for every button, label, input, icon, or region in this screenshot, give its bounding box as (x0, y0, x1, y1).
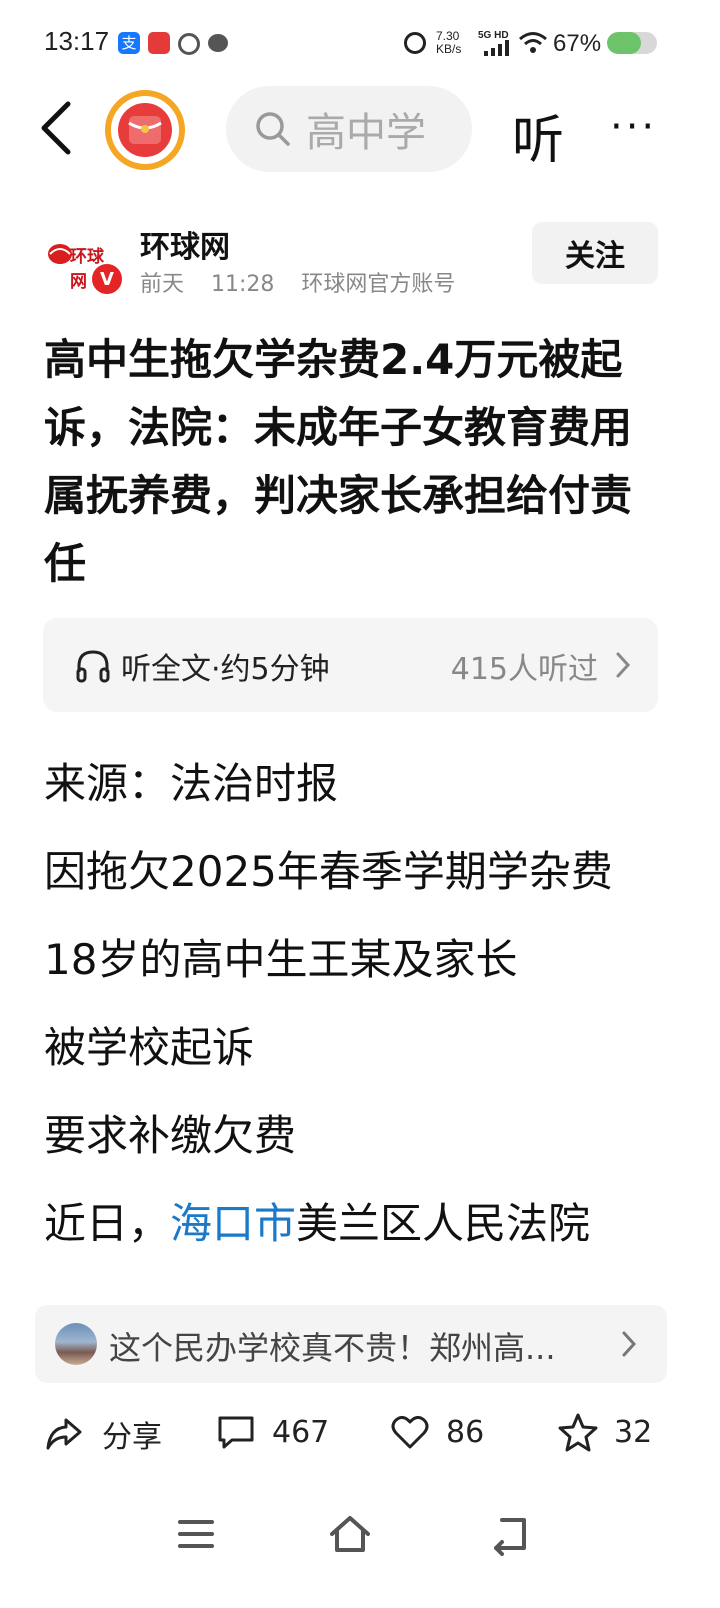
paragraph-prefix: 近日， (44, 1199, 171, 1248)
share-label: 分享 (102, 1420, 162, 1455)
article-paragraph: 经审理后认定，该笔费用产生 (44, 1268, 684, 1290)
article-title: 高中生拖欠学杂费2.4万元被起诉，法院：未成年子女教育费用属抚养费，判决家长承担… (44, 335, 633, 588)
recommendation-bar[interactable]: 这个民办学校真不贵！郑州高... (35, 1305, 667, 1383)
status-time: 13:17 (44, 26, 110, 56)
listen-button[interactable]: 听 (512, 98, 564, 173)
location-link[interactable]: 海口市 (170, 1199, 296, 1248)
comment-count: 467 (272, 1414, 330, 1450)
follow-button[interactable]: 关注 (532, 222, 658, 284)
signal-icon (484, 40, 509, 56)
article-paragraph: 因拖欠2025年春季学期学杂费 (44, 847, 613, 896)
article-paragraph: 来源：法治时报 (44, 759, 339, 808)
author-source: 环球网官方账号 (301, 272, 456, 297)
paragraph-suffix: 美兰区人民法院 (296, 1199, 591, 1248)
search-placeholder: 高中学 (306, 110, 426, 156)
search-box[interactable]: 高中学 (226, 86, 472, 172)
like-button[interactable]: 86 (390, 1412, 484, 1452)
verified-badge-icon: V (90, 262, 124, 296)
chevron-right-icon (616, 652, 631, 678)
post-time: 前天 (140, 272, 185, 297)
home-icon[interactable] (328, 1512, 372, 1556)
listen-full-text-label: 听全文·约5分钟 (121, 652, 330, 687)
star-icon (558, 1413, 598, 1452)
share-icon (46, 1418, 82, 1450)
wifi-icon (519, 32, 547, 53)
system-nav-bar (0, 1490, 720, 1608)
listen-full-text-bar[interactable]: 听全文·约5分钟 415人听过 (43, 618, 658, 712)
action-bar: 分享 467 86 32 (0, 1400, 720, 1470)
listen-count: 415人听过 (450, 652, 598, 687)
red-envelope-icon (118, 103, 172, 157)
share-button[interactable]: 分享 (44, 1412, 162, 1456)
article-paragraph: 近日，海口市美兰区人民法院 (44, 1180, 684, 1268)
more-menu-button[interactable]: ··· (610, 107, 657, 147)
article-body: 来源：法治时报 因拖欠2025年春季学期学杂费 18岁的高中生王某及家长 被学校… (44, 740, 684, 1290)
back-icon[interactable] (488, 1512, 532, 1556)
menu-icon[interactable] (174, 1512, 218, 1556)
article-paragraph: 18岁的高中生王某及家长 (44, 935, 518, 984)
comment-button[interactable]: 467 (216, 1412, 329, 1452)
message-icon (208, 34, 228, 52)
sync-icon (178, 33, 200, 55)
back-arrow-icon[interactable] (36, 100, 76, 156)
battery-icon (607, 32, 657, 54)
status-bar: 13:17 支 7.30 KB/s 5G HD 67% (0, 0, 720, 86)
author-meta: 前天 11:28 环球网官方账号 (140, 266, 455, 298)
battery-percent: 67% (553, 30, 602, 57)
author-name[interactable]: 环球网 (140, 222, 230, 266)
article-paragraph: 要求补缴欠费 (44, 1111, 297, 1160)
battery-fill (607, 32, 641, 54)
favorite-button[interactable]: 32 (558, 1412, 652, 1452)
comment-icon (218, 1416, 254, 1449)
channel-avatar[interactable] (105, 90, 185, 170)
favorite-count: 32 (614, 1414, 653, 1450)
alarm-icon (404, 32, 426, 54)
like-count: 86 (446, 1414, 485, 1450)
search-icon (256, 112, 290, 146)
recommendation-text: 这个民办学校真不贵！郑州高... (109, 1329, 556, 1367)
heart-icon (391, 1415, 429, 1449)
post-clock: 11:28 (211, 272, 275, 297)
article-paragraph: 被学校起诉 (44, 1023, 255, 1072)
news-app-icon (148, 32, 170, 54)
headphones-icon (76, 650, 110, 683)
chevron-right-icon (622, 1331, 637, 1357)
recommendation-thumbnail (55, 1323, 97, 1365)
network-speed: 7.30 KB/s (436, 29, 462, 56)
alipay-icon: 支 (118, 32, 140, 54)
